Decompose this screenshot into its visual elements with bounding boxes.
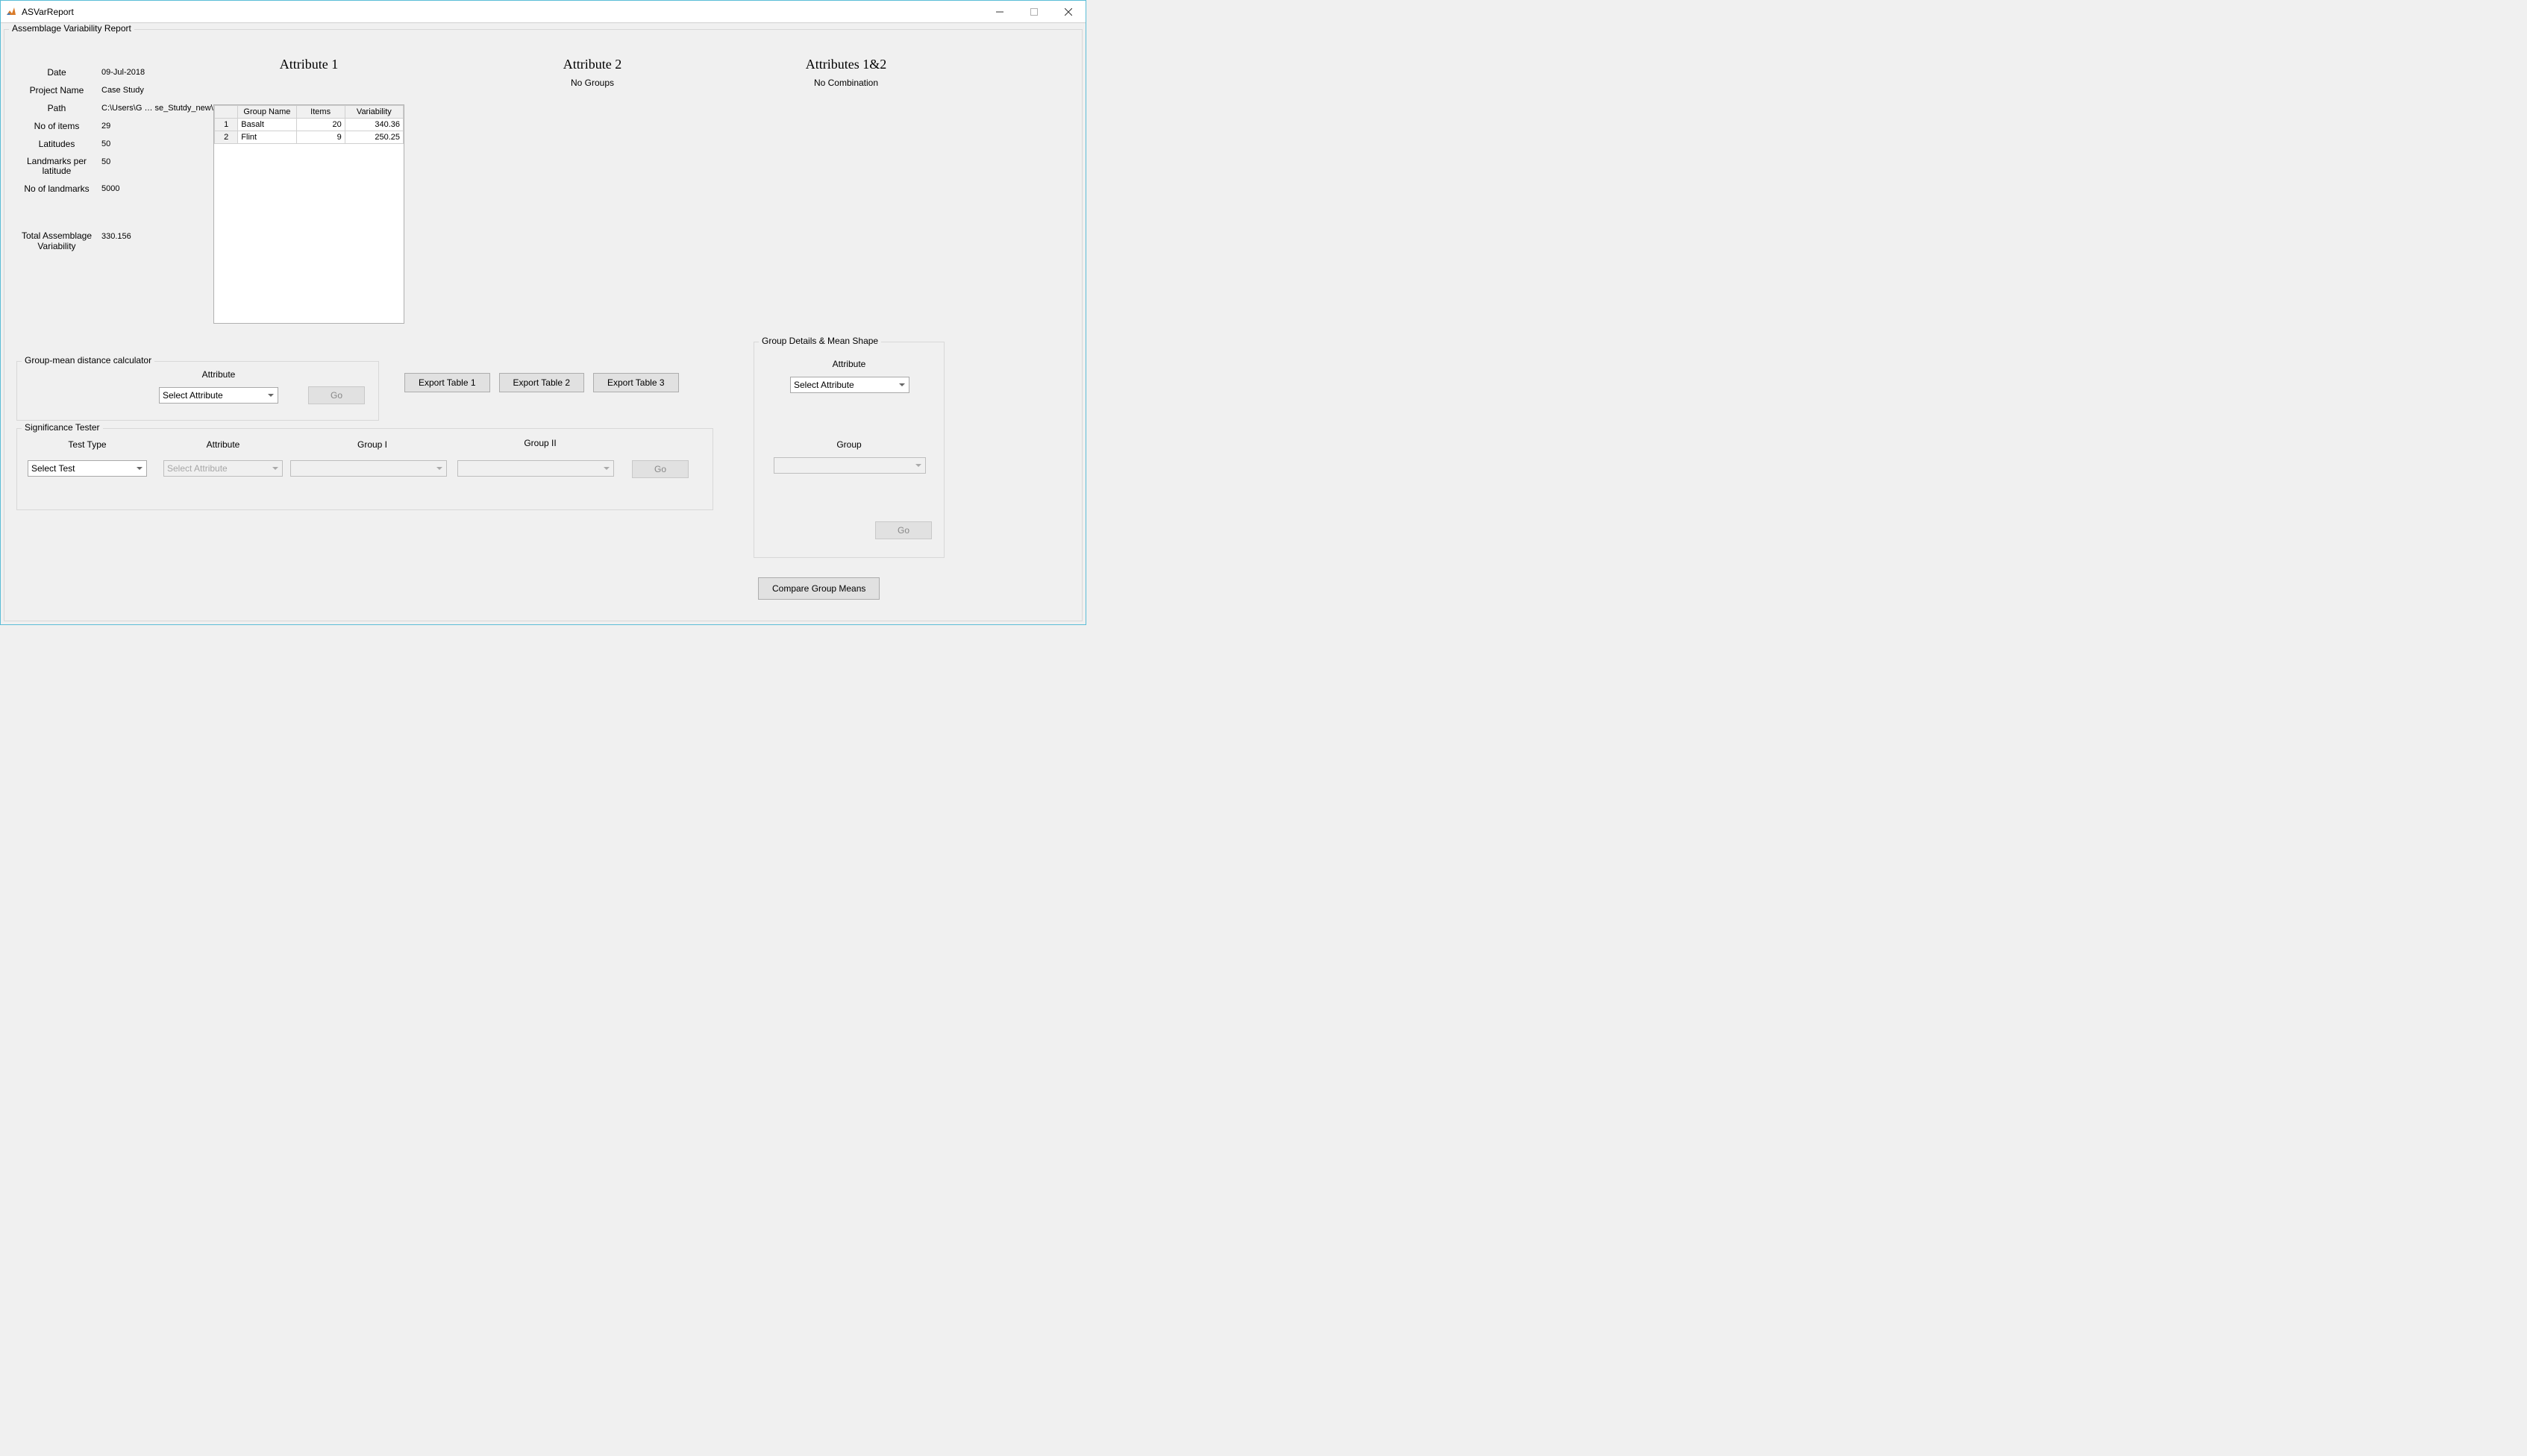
project-info-block: Date 09-Jul-2018 Project Name Case Study… bbox=[19, 67, 213, 259]
gd-go-button[interactable]: Go bbox=[875, 521, 932, 539]
cell-items[interactable]: 9 bbox=[296, 131, 345, 144]
gd-attribute-label: Attribute bbox=[754, 359, 944, 369]
info-label: Path bbox=[19, 103, 94, 113]
gmd-attribute-select-wrap: Select Attribute bbox=[159, 387, 278, 404]
sig-group2-select-wrap bbox=[457, 460, 614, 477]
table-corner bbox=[215, 106, 238, 119]
export-table3-button[interactable]: Export Table 3 bbox=[593, 373, 679, 392]
info-label: Landmarks per latitude bbox=[19, 157, 94, 176]
info-row-path: Path C:\Users\G … se_Stutdy_new\ bbox=[19, 103, 213, 113]
info-row-landmarks: No of landmarks 5000 bbox=[19, 183, 213, 194]
info-row-project: Project Name Case Study bbox=[19, 85, 213, 95]
info-value: 5000 bbox=[94, 183, 119, 193]
content-area: Assemblage Variability Report Date 09-Ju… bbox=[1, 23, 1086, 624]
table-empty-area bbox=[214, 144, 404, 307]
info-value: Case Study bbox=[94, 85, 144, 95]
maximize-button[interactable] bbox=[1017, 1, 1051, 23]
export-buttons: Export Table 1 Export Table 2 Export Tab… bbox=[404, 373, 679, 392]
sig-attribute-select-wrap: Select Attribute bbox=[163, 460, 283, 477]
matlab-icon bbox=[5, 6, 17, 18]
attribute2-heading: Attribute 2 bbox=[497, 57, 688, 72]
main-report-legend: Assemblage Variability Report bbox=[9, 23, 134, 34]
attributes12-heading: Attributes 1&2 bbox=[751, 57, 942, 72]
gd-group-label: Group bbox=[754, 439, 944, 450]
gd-group-select-wrap bbox=[774, 457, 926, 474]
table-row[interactable]: 1 Basalt 20 340.36 bbox=[215, 119, 404, 131]
info-label: Project Name bbox=[19, 85, 94, 95]
col-group-name[interactable]: Group Name bbox=[238, 106, 296, 119]
group-details-panel: Group Details & Mean Shape Attribute Sel… bbox=[754, 342, 945, 558]
attributes12-subtext: No Combination bbox=[751, 78, 942, 88]
row-index: 2 bbox=[215, 131, 238, 144]
gmd-attribute-select[interactable]: Select Attribute bbox=[159, 387, 278, 404]
cell-group-name[interactable]: Flint bbox=[238, 131, 296, 144]
sig-test-type-label: Test Type bbox=[28, 439, 147, 450]
info-row-items: No of items 29 bbox=[19, 121, 213, 131]
window-controls bbox=[983, 1, 1086, 23]
info-row-latitudes: Latitudes 50 bbox=[19, 139, 213, 149]
app-window: ASVarReport Assemblage Variability Repor… bbox=[0, 0, 1086, 625]
gmd-attribute-label: Attribute bbox=[159, 369, 278, 380]
col-variability[interactable]: Variability bbox=[345, 106, 403, 119]
significance-tester-panel: Significance Tester Test Type Attribute … bbox=[16, 428, 713, 510]
sig-group1-select-wrap bbox=[290, 460, 447, 477]
sig-group2-select[interactable] bbox=[457, 460, 614, 477]
minimize-button[interactable] bbox=[983, 1, 1017, 23]
info-row-total-variability: Total Assemblage Variability 330.156 bbox=[19, 231, 213, 251]
info-value: 50 bbox=[94, 157, 110, 166]
close-button[interactable] bbox=[1051, 1, 1086, 23]
sig-group1-select[interactable] bbox=[290, 460, 447, 477]
info-row-landmarks-per-lat: Landmarks per latitude 50 bbox=[19, 157, 213, 176]
cell-group-name[interactable]: Basalt bbox=[238, 119, 296, 131]
sig-test-select-wrap: Select Test bbox=[28, 460, 147, 477]
sig-attribute-label: Attribute bbox=[163, 439, 283, 450]
compare-group-means-button[interactable]: Compare Group Means bbox=[758, 577, 880, 600]
sig-go-button[interactable]: Go bbox=[632, 460, 689, 478]
info-label: No of landmarks bbox=[19, 183, 94, 194]
gd-legend: Group Details & Mean Shape bbox=[759, 336, 881, 346]
sig-group1-label: Group I bbox=[298, 439, 447, 450]
info-label: Date bbox=[19, 67, 94, 78]
info-label: No of items bbox=[19, 121, 94, 131]
table-row[interactable]: 2 Flint 9 250.25 bbox=[215, 131, 404, 144]
info-value: C:\Users\G … se_Stutdy_new\ bbox=[94, 103, 213, 113]
export-table2-button[interactable]: Export Table 2 bbox=[499, 373, 585, 392]
attribute1-table-inner: Group Name Items Variability 1 Basalt 20… bbox=[214, 105, 404, 144]
cell-variability[interactable]: 340.36 bbox=[345, 119, 403, 131]
gd-attribute-select-wrap: Select Attribute bbox=[790, 377, 909, 393]
attribute1-table[interactable]: Group Name Items Variability 1 Basalt 20… bbox=[213, 104, 404, 324]
attribute2-subtext: No Groups bbox=[497, 78, 688, 88]
gd-group-select[interactable] bbox=[774, 457, 926, 474]
info-value: 50 bbox=[94, 139, 110, 148]
window-title: ASVarReport bbox=[22, 7, 74, 17]
row-index: 1 bbox=[215, 119, 238, 131]
titlebar: ASVarReport bbox=[1, 1, 1086, 23]
info-value: 330.156 bbox=[94, 231, 131, 241]
sig-test-select[interactable]: Select Test bbox=[28, 460, 147, 477]
info-label: Latitudes bbox=[19, 139, 94, 149]
col-items[interactable]: Items bbox=[296, 106, 345, 119]
group-mean-distance-panel: Group-mean distance calculator Attribute… bbox=[16, 361, 379, 421]
info-label: Total Assemblage Variability bbox=[19, 231, 94, 251]
export-table1-button[interactable]: Export Table 1 bbox=[404, 373, 490, 392]
table-header-row: Group Name Items Variability bbox=[215, 106, 404, 119]
sig-attribute-select[interactable]: Select Attribute bbox=[163, 460, 283, 477]
sig-legend: Significance Tester bbox=[22, 422, 103, 433]
main-report-panel: Assemblage Variability Report Date 09-Ju… bbox=[4, 29, 1083, 621]
titlebar-left: ASVarReport bbox=[5, 6, 74, 18]
gmd-legend: Group-mean distance calculator bbox=[22, 355, 154, 365]
cell-items[interactable]: 20 bbox=[296, 119, 345, 131]
cell-variability[interactable]: 250.25 bbox=[345, 131, 403, 144]
info-value: 09-Jul-2018 bbox=[94, 67, 145, 77]
sig-group2-label: Group II bbox=[462, 438, 619, 448]
info-value: 29 bbox=[94, 121, 110, 131]
attribute1-heading: Attribute 1 bbox=[213, 57, 404, 72]
gd-attribute-select[interactable]: Select Attribute bbox=[790, 377, 909, 393]
gmd-go-button[interactable]: Go bbox=[308, 386, 365, 404]
compare-button-wrap: Compare Group Means bbox=[758, 577, 880, 600]
info-row-date: Date 09-Jul-2018 bbox=[19, 67, 213, 78]
